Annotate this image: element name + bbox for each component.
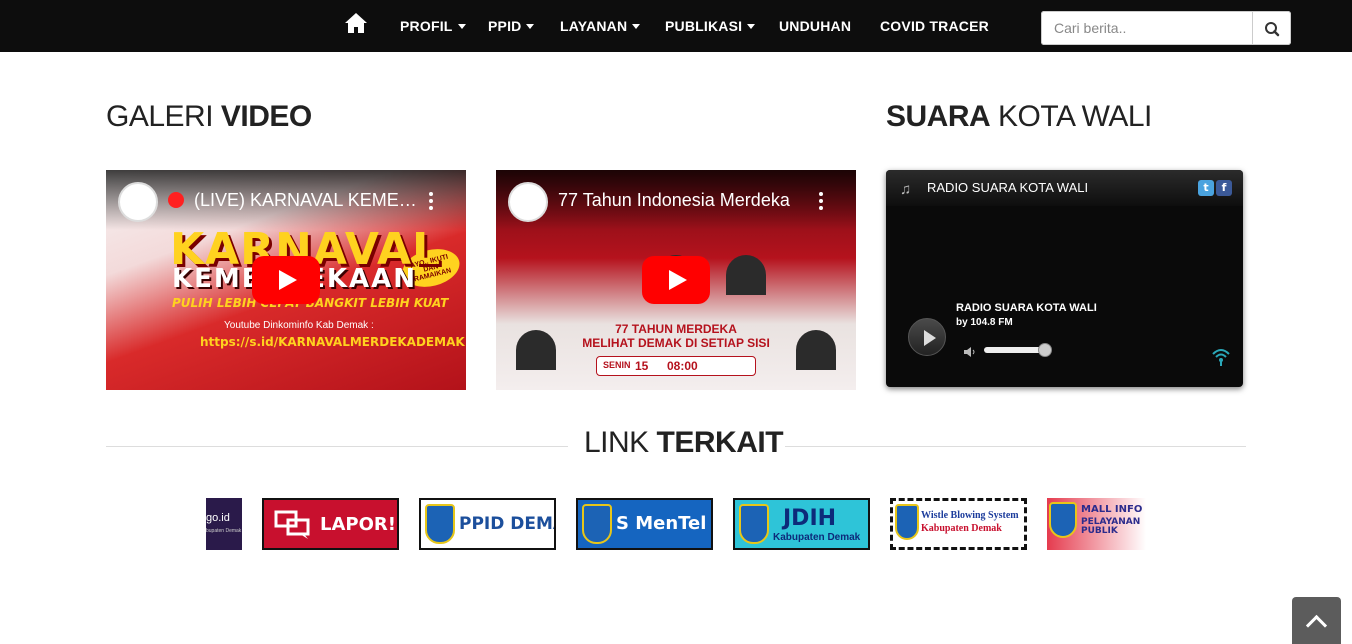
banner-label: PPID DEMAK xyxy=(459,514,554,534)
more-options-icon[interactable] xyxy=(426,190,436,212)
link-banner-smentel[interactable]: S MenTel xyxy=(576,498,713,550)
volume-knob[interactable] xyxy=(1037,343,1052,357)
link-banner-mall-pelayanan[interactable]: MALL INFO PELAYANAN PUBLIK xyxy=(1047,498,1146,550)
thumb-channel: Youtube Dinkominfo Kab Demak : xyxy=(224,320,374,331)
video-title[interactable]: 77 Tahun Indonesia Merdeka xyxy=(558,190,818,211)
thumb-person xyxy=(796,330,836,370)
nav-covid-tracer[interactable]: COVID TRACER xyxy=(880,18,989,34)
caret-down-icon xyxy=(457,24,466,29)
channel-avatar[interactable] xyxy=(118,182,158,222)
video-karnaval[interactable]: KARNAVAL KEMERDEKAAN PULIH LEBIH CEPAT B… xyxy=(106,170,466,390)
banner-label: JDIH xyxy=(783,506,837,531)
video-77-tahun[interactable]: 77 TAHUN MERDEKA MELIHAT DEMAK DI SETIAP… xyxy=(496,170,856,390)
links-title: LINK TERKAIT xyxy=(584,426,784,460)
thumb-time: 08:00 xyxy=(667,359,698,373)
gallery-title-bold: VIDEO xyxy=(220,100,312,133)
search-form xyxy=(1041,11,1291,45)
link-banner-go-id[interactable]: go.id bupaten Demak xyxy=(206,498,242,550)
link-banner-whistle-blowing[interactable]: Wistle Blowing System Kabupaten Demak xyxy=(890,498,1027,550)
nav-publikasi[interactable]: PUBLIKASI xyxy=(665,18,756,34)
video-title[interactable]: (LIVE) KARNAVAL KEMERDEKAAN xyxy=(168,190,428,211)
caret-down-icon xyxy=(526,24,535,29)
banner-label: go.id xyxy=(206,512,230,524)
station-frequency: by 104.8 FM xyxy=(956,317,1013,328)
search-button[interactable] xyxy=(1252,11,1291,45)
banner-sub: Kabupaten Demak xyxy=(773,532,861,543)
gallery-title: GALERI VIDEO xyxy=(106,100,312,134)
thumb-subline: MELIHAT DEMAK DI SETIAP SISI xyxy=(582,336,770,350)
home-icon[interactable] xyxy=(344,12,368,34)
caret-down-icon xyxy=(632,24,641,29)
nav-profil[interactable]: PROFIL xyxy=(400,18,466,34)
demak-crest-icon xyxy=(425,504,455,544)
link-banner-ppid-demak[interactable]: PPID DEMAK xyxy=(419,498,556,550)
nav-unduhan[interactable]: UNDUHAN xyxy=(779,18,851,34)
thumb-url: https://s.id/KARNAVALMERDEKADEMAK xyxy=(200,335,465,349)
thumb-headline: 77 TAHUN MERDEKA xyxy=(615,322,737,336)
banner-sub: Kabupaten Demak xyxy=(921,523,1002,534)
demak-crest-icon xyxy=(1049,502,1077,538)
thumb-date-box: SENIN 15 08:00 xyxy=(596,356,756,376)
radio-play-button[interactable] xyxy=(908,318,946,356)
demak-crest-icon xyxy=(739,504,769,544)
radio-name: RADIO SUARA KOTA WALI xyxy=(927,180,1089,195)
twitter-icon[interactable]: t xyxy=(1198,180,1214,196)
station-name: RADIO SUARA KOTA WALI xyxy=(956,302,1097,314)
banner-label: Wistle Blowing System xyxy=(921,510,1019,521)
video-title-bar: (LIVE) KARNAVAL KEMERDEKAAN xyxy=(106,170,466,230)
volume-icon[interactable] xyxy=(963,346,977,358)
radio-section-title: SUARA KOTA WALI xyxy=(886,100,1152,134)
youtube-play-button[interactable] xyxy=(642,256,710,304)
banner-label: LAPOR! xyxy=(320,514,396,535)
youtube-play-button[interactable] xyxy=(252,256,320,304)
live-dot-icon xyxy=(168,192,184,208)
thumb-person xyxy=(516,330,556,370)
links-title-bold: TERKAIT xyxy=(656,426,784,459)
divider-line xyxy=(106,446,568,447)
banner-sub: PELAYANAN PUBLIK xyxy=(1081,517,1141,536)
radio-title-light: KOTA WALI xyxy=(998,100,1152,133)
search-input[interactable] xyxy=(1041,11,1253,45)
radio-title-bold: SUARA xyxy=(886,100,991,133)
facebook-icon[interactable]: f xyxy=(1216,180,1232,196)
demak-crest-icon xyxy=(895,504,919,540)
scroll-to-top-button[interactable] xyxy=(1292,597,1341,644)
demak-crest-icon xyxy=(582,504,612,544)
nav-layanan[interactable]: LAYANAN xyxy=(560,18,641,34)
search-icon xyxy=(1265,22,1280,37)
lapor-logo-icon xyxy=(274,510,310,539)
signal-icon xyxy=(1212,349,1230,366)
top-navbar: PROFIL PPID LAYANAN PUBLIKASI UNDUHAN CO… xyxy=(0,0,1352,52)
thumb-date: 15 xyxy=(635,359,649,373)
links-title-light: LINK xyxy=(584,426,649,459)
channel-avatar[interactable] xyxy=(508,182,548,222)
gallery-title-light: GALERI xyxy=(106,100,214,133)
thumb-day: SENIN xyxy=(603,360,631,370)
video-title-bar: 77 Tahun Indonesia Merdeka xyxy=(496,170,856,230)
link-banner-lapor[interactable]: LAPOR! xyxy=(262,498,399,550)
banner-sub: bupaten Demak xyxy=(206,528,242,534)
music-note-icon: ♫ xyxy=(900,181,912,198)
more-options-icon[interactable] xyxy=(816,190,826,212)
banner-label: S MenTel xyxy=(616,513,707,534)
nav-ppid[interactable]: PPID xyxy=(488,18,535,34)
link-banner-jdih[interactable]: JDIH Kabupaten Demak xyxy=(733,498,870,550)
banner-label: MALL INFO xyxy=(1081,504,1143,515)
thumb-person xyxy=(726,255,766,295)
divider-line xyxy=(785,446,1246,447)
caret-down-icon xyxy=(747,24,756,29)
radio-player: ♫ RADIO SUARA KOTA WALI t f RADIO SUARA … xyxy=(886,170,1243,387)
